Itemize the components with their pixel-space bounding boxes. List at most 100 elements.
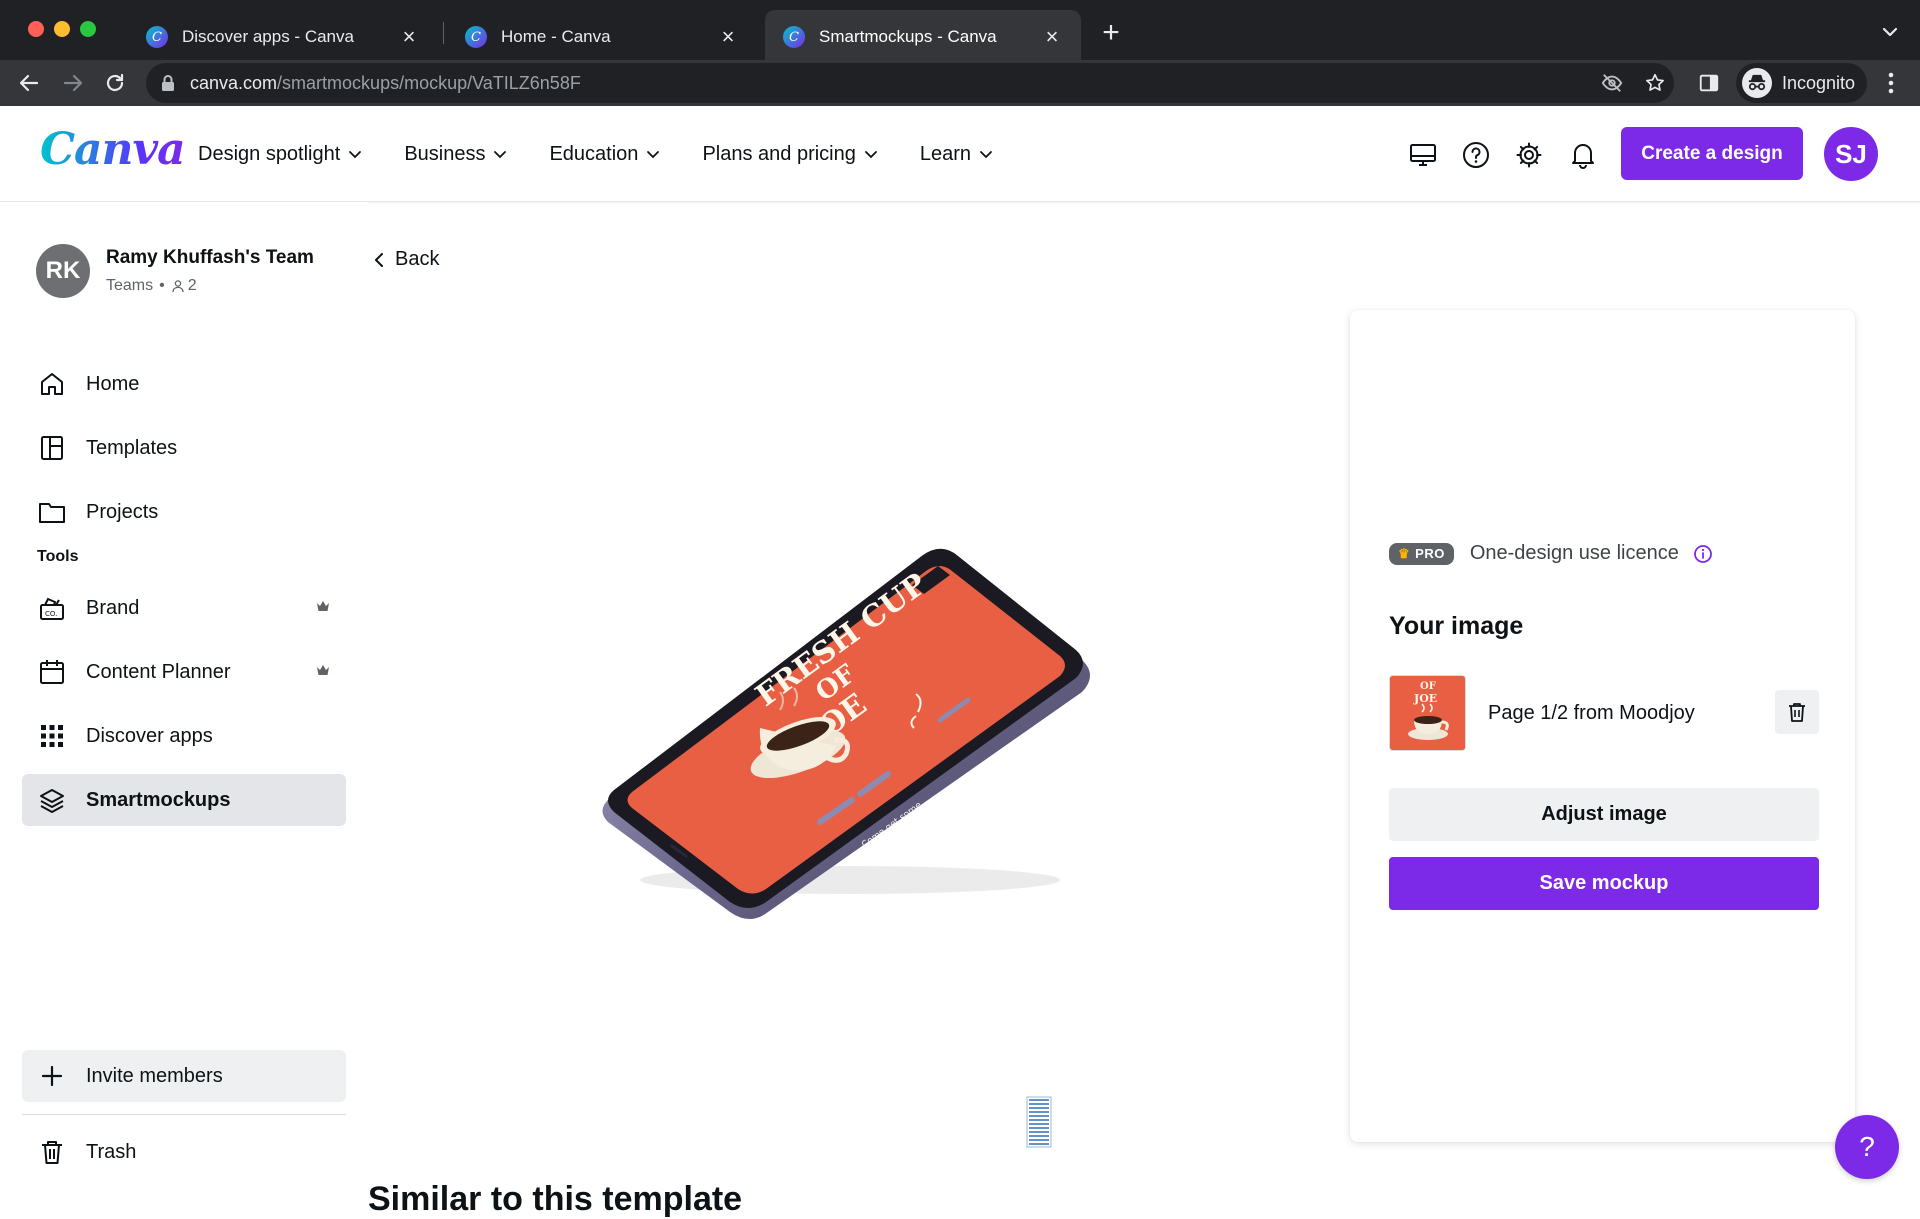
tools-section-label: Tools xyxy=(37,548,79,565)
loading-spinner-icon xyxy=(1026,1096,1052,1148)
sidebar-divider xyxy=(22,1114,346,1115)
sidebar-item-discover-apps[interactable]: Discover apps xyxy=(22,710,346,762)
incognito-icon xyxy=(1742,68,1772,98)
desktop-icon[interactable] xyxy=(1408,140,1438,170)
chevron-down-icon xyxy=(494,151,507,159)
tab-title: Smartmockups - Canva xyxy=(819,27,997,46)
team-type: Teams xyxy=(106,277,154,294)
browser-tab-bar: C Discover apps - Canva × C Home - Canva… xyxy=(0,0,1920,64)
back-arrow-icon[interactable] xyxy=(15,69,43,97)
close-tab-icon[interactable]: × xyxy=(398,26,420,48)
svg-text:CO.: CO. xyxy=(45,610,57,618)
sidebar-item-templates[interactable]: Templates xyxy=(22,422,346,474)
forward-arrow-icon[interactable] xyxy=(59,69,87,97)
sidebar-item-smartmockups[interactable]: Smartmockups xyxy=(22,774,346,826)
nav-business[interactable]: Business xyxy=(404,143,507,166)
close-window-button[interactable] xyxy=(28,21,44,37)
pro-badge: ♛ PRO xyxy=(1389,542,1454,565)
canva-favicon-icon: C xyxy=(146,26,168,48)
incognito-label: Incognito xyxy=(1782,72,1856,93)
team-switcher[interactable]: RK Ramy Khuffash's Team Teams • 2 xyxy=(36,244,314,298)
invite-members-button[interactable]: Invite members xyxy=(22,1050,346,1102)
sidebar-item-brand[interactable]: CO. Brand xyxy=(22,582,346,634)
canva-favicon-icon: C xyxy=(465,26,487,48)
team-member-count: 2 xyxy=(187,277,197,294)
maximize-window-button[interactable] xyxy=(80,21,96,37)
canva-favicon-icon: C xyxy=(783,26,805,48)
trash-icon xyxy=(38,1138,66,1166)
person-icon xyxy=(172,280,184,293)
side-panel-icon[interactable] xyxy=(1695,69,1723,97)
reload-icon[interactable] xyxy=(101,69,129,97)
help-floating-button[interactable]: ? xyxy=(1835,1115,1899,1179)
team-name: Ramy Khuffash's Team xyxy=(106,247,314,268)
eye-slash-icon[interactable] xyxy=(1601,72,1623,94)
notifications-bell-icon[interactable] xyxy=(1568,140,1598,170)
team-meta: Teams • 2 xyxy=(106,277,314,295)
nav-education[interactable]: Education xyxy=(549,143,660,166)
browser-tab-discover-apps[interactable]: C Discover apps - Canva × xyxy=(128,10,438,64)
browser-tab-smartmockups[interactable]: C Smartmockups - Canva × xyxy=(765,10,1081,64)
phone-mockup-preview: FRESH CUP OF JOE Come get some xyxy=(602,548,1090,919)
minimize-window-button[interactable] xyxy=(54,21,70,37)
canva-logo[interactable]: Canva xyxy=(40,124,186,175)
pro-crown-icon xyxy=(317,665,329,675)
adjust-image-button[interactable]: Adjust image xyxy=(1389,788,1819,841)
sidebar-item-home[interactable]: Home xyxy=(22,358,346,410)
incognito-indicator[interactable]: Incognito xyxy=(1736,63,1868,103)
pro-crown-icon xyxy=(317,601,329,611)
nav-plans-and-pricing[interactable]: Plans and pricing xyxy=(702,143,877,166)
brand-icon: CO. xyxy=(38,594,66,622)
help-icon[interactable] xyxy=(1461,140,1491,170)
tab-title: Discover apps - Canva xyxy=(182,27,354,46)
meta-separator: • xyxy=(159,277,165,294)
templates-icon xyxy=(38,434,66,462)
chevron-down-icon xyxy=(647,151,660,159)
calendar-icon xyxy=(38,658,66,686)
svg-text:OF: OF xyxy=(1420,681,1436,692)
browser-menu-icon[interactable] xyxy=(1877,69,1905,97)
team-avatar: RK xyxy=(36,244,90,298)
save-mockup-button[interactable]: Save mockup xyxy=(1389,857,1819,910)
layers-icon xyxy=(38,786,66,814)
chevron-down-icon xyxy=(864,151,877,159)
tab-separator xyxy=(443,22,444,44)
plus-icon xyxy=(38,1062,66,1090)
trash-icon xyxy=(1789,703,1805,722)
sidebar-item-content-planner[interactable]: Content Planner xyxy=(22,646,346,698)
chevron-down-icon xyxy=(980,151,992,159)
chevron-left-icon xyxy=(375,252,383,267)
user-avatar[interactable]: SJ xyxy=(1824,127,1878,181)
tab-search-icon[interactable] xyxy=(1878,20,1902,44)
mockup-options-panel: ♛ PRO One-design use licence Your image … xyxy=(1350,310,1855,1142)
create-a-design-button[interactable]: Create a design xyxy=(1621,127,1803,180)
folder-icon xyxy=(38,498,66,526)
new-tab-button[interactable]: + xyxy=(1098,18,1124,48)
grid-icon xyxy=(38,722,66,750)
settings-gear-icon[interactable] xyxy=(1514,140,1544,170)
close-tab-icon[interactable]: × xyxy=(1041,26,1063,48)
crown-icon: ♛ xyxy=(1398,545,1411,561)
image-thumbnail[interactable]: OF JOE xyxy=(1389,675,1466,751)
svg-text:JOE: JOE xyxy=(1413,692,1437,705)
browser-tab-home[interactable]: C Home - Canva × xyxy=(447,10,757,64)
tab-title: Home - Canva xyxy=(501,27,611,46)
your-image-heading: Your image xyxy=(1389,612,1524,640)
image-source-label: Page 1/2 from Moodjoy xyxy=(1488,702,1695,724)
browser-toolbar: canva.com/smartmockups/mockup/VaTILZ6n58… xyxy=(0,60,1920,106)
sidebar-item-projects[interactable]: Projects xyxy=(22,486,346,538)
info-icon[interactable] xyxy=(1693,544,1713,564)
bookmark-star-icon[interactable] xyxy=(1644,72,1666,94)
back-button[interactable]: Back xyxy=(373,248,439,271)
address-bar[interactable]: canva.com/smartmockups/mockup/VaTILZ6n58… xyxy=(146,63,1674,103)
sidebar-item-trash[interactable]: Trash xyxy=(22,1126,346,1178)
sidebar: RK Ramy Khuffash's Team Teams • 2 Home T… xyxy=(0,202,368,1200)
licence-text: One-design use licence xyxy=(1469,542,1679,564)
nav-learn[interactable]: Learn xyxy=(920,143,993,166)
nav-design-spotlight[interactable]: Design spotlight xyxy=(198,143,362,166)
lock-icon[interactable] xyxy=(160,74,176,97)
url-text[interactable]: canva.com/smartmockups/mockup/VaTILZ6n58… xyxy=(190,73,581,94)
delete-image-button[interactable] xyxy=(1775,690,1819,734)
close-tab-icon[interactable]: × xyxy=(717,26,739,48)
canva-header: Canva Design spotlight Business Educatio… xyxy=(0,106,1920,202)
